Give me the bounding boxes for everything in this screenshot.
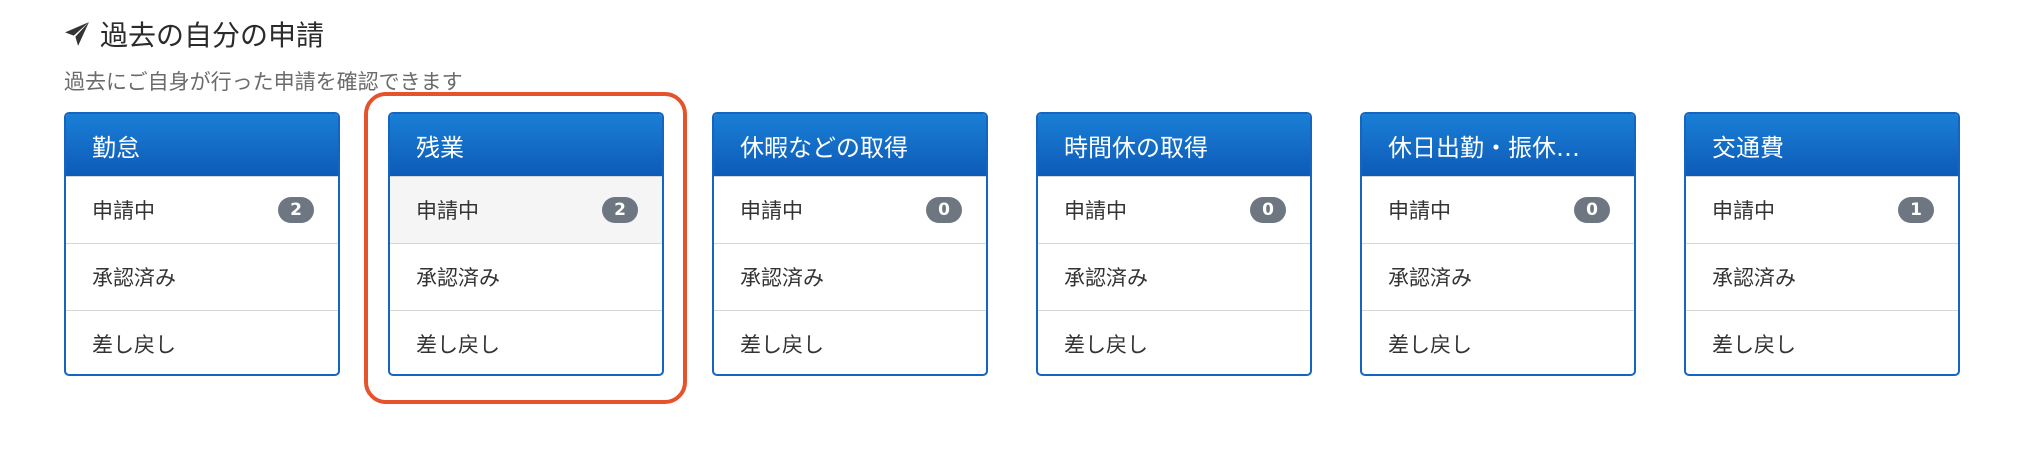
row-pending[interactable]: 申請中 0	[1038, 176, 1310, 243]
panel-title: 休暇などの取得	[714, 114, 986, 176]
request-panels: 勤怠 申請中 2 承認済み 差し戻し 残業 申請中 2 承認済み 差し戻し 休暇…	[64, 112, 1960, 376]
row-pending[interactable]: 申請中 2	[390, 176, 662, 243]
row-label: 承認済み	[740, 266, 824, 290]
row-returned[interactable]: 差し戻し	[66, 310, 338, 374]
row-label: 差し戻し	[1064, 333, 1148, 357]
paper-plane-icon	[64, 21, 90, 47]
count-badge: 2	[278, 197, 314, 223]
row-approved[interactable]: 承認済み	[1686, 243, 1958, 310]
row-returned[interactable]: 差し戻し	[1362, 310, 1634, 374]
row-label: 承認済み	[416, 266, 500, 290]
count-badge: 0	[926, 197, 962, 223]
row-approved[interactable]: 承認済み	[714, 243, 986, 310]
row-returned[interactable]: 差し戻し	[390, 310, 662, 374]
section-title: 過去の自分の申請	[64, 14, 324, 54]
row-label: 申請中	[1388, 199, 1451, 223]
row-label: 差し戻し	[740, 333, 824, 357]
count-badge: 1	[1898, 197, 1934, 223]
panel-holiday-work: 休日出勤・振休… 申請中 0 承認済み 差し戻し	[1360, 112, 1636, 376]
row-approved[interactable]: 承認済み	[390, 243, 662, 310]
panel-hourly-leave: 時間休の取得 申請中 0 承認済み 差し戻し	[1036, 112, 1312, 376]
count-badge: 0	[1250, 197, 1286, 223]
row-label: 承認済み	[1712, 266, 1796, 290]
panel-title: 勤怠	[66, 114, 338, 176]
row-approved[interactable]: 承認済み	[1362, 243, 1634, 310]
panel-leave: 休暇などの取得 申請中 0 承認済み 差し戻し	[712, 112, 988, 376]
row-returned[interactable]: 差し戻し	[1038, 310, 1310, 374]
count-badge: 2	[602, 197, 638, 223]
panel-overtime: 残業 申請中 2 承認済み 差し戻し	[388, 112, 664, 376]
row-returned[interactable]: 差し戻し	[1686, 310, 1958, 374]
section-description: 過去にご自身が行った申請を確認できます	[64, 70, 463, 94]
row-pending[interactable]: 申請中 2	[66, 176, 338, 243]
row-approved[interactable]: 承認済み	[66, 243, 338, 310]
row-label: 差し戻し	[1712, 333, 1796, 357]
panel-title: 交通費	[1686, 114, 1958, 176]
section-title-text: 過去の自分の申請	[100, 19, 325, 52]
row-label: 差し戻し	[416, 333, 500, 357]
row-returned[interactable]: 差し戻し	[714, 310, 986, 374]
panel-title: 時間休の取得	[1038, 114, 1310, 176]
row-label: 差し戻し	[1388, 333, 1472, 357]
row-label: 申請中	[1064, 199, 1127, 223]
row-label: 申請中	[416, 199, 479, 223]
panel-title: 残業	[390, 114, 662, 176]
row-pending[interactable]: 申請中 1	[1686, 176, 1958, 243]
row-label: 申請中	[92, 199, 155, 223]
count-badge: 0	[1574, 197, 1610, 223]
panel-transport: 交通費 申請中 1 承認済み 差し戻し	[1684, 112, 1960, 376]
row-label: 申請中	[1712, 199, 1775, 223]
row-label: 承認済み	[1388, 266, 1472, 290]
row-approved[interactable]: 承認済み	[1038, 243, 1310, 310]
row-pending[interactable]: 申請中 0	[1362, 176, 1634, 243]
row-label: 承認済み	[1064, 266, 1148, 290]
panel-attendance: 勤怠 申請中 2 承認済み 差し戻し	[64, 112, 340, 376]
panel-title: 休日出勤・振休…	[1362, 114, 1634, 176]
row-label: 申請中	[740, 199, 803, 223]
row-pending[interactable]: 申請中 0	[714, 176, 986, 243]
row-label: 承認済み	[92, 266, 176, 290]
row-label: 差し戻し	[92, 333, 176, 357]
